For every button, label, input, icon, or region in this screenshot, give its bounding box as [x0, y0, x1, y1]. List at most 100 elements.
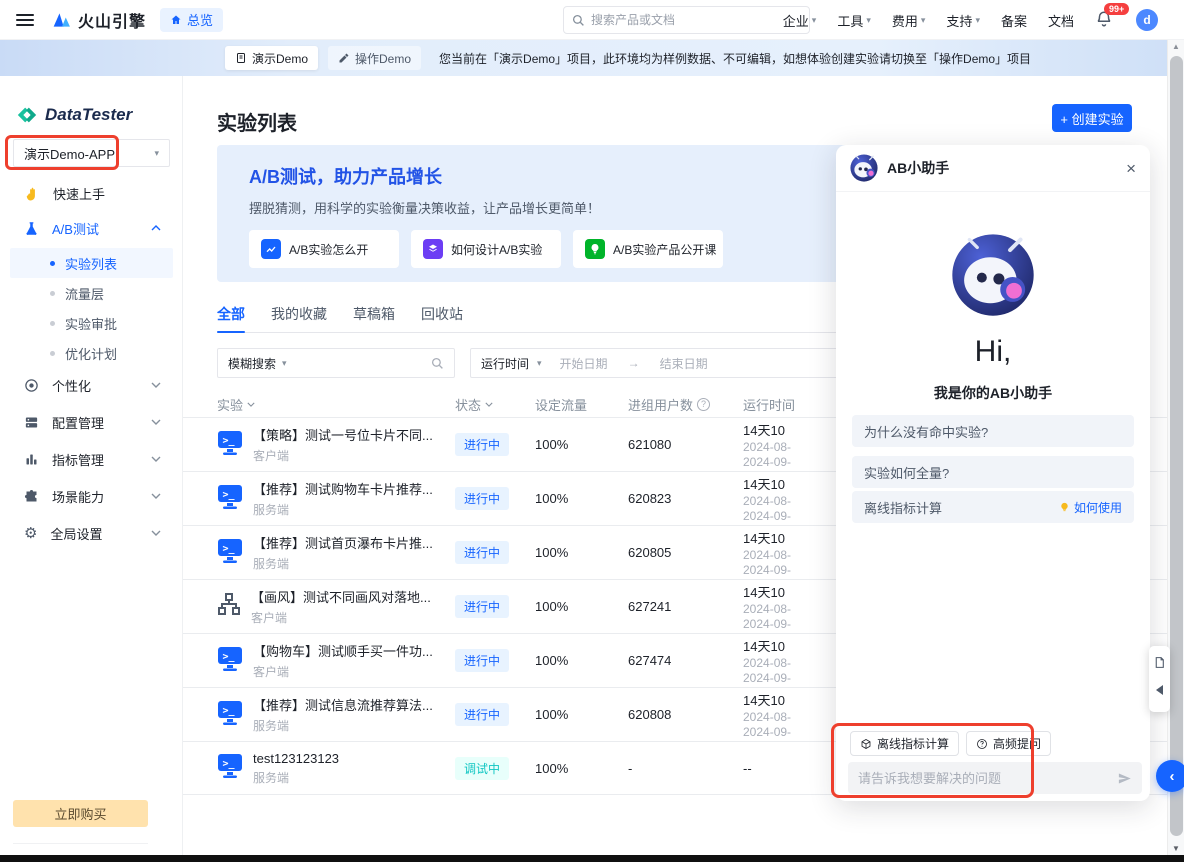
volcano-engine-logo[interactable]: 火山引擎 — [52, 8, 146, 32]
overview-nav-chip[interactable]: 总览 — [160, 8, 223, 32]
tab-favorites[interactable]: 我的收藏 — [271, 303, 327, 333]
sidebar-item-label: 场景能力 — [52, 487, 104, 506]
vertical-scrollbar[interactable]: ▲ ▼ — [1167, 40, 1184, 855]
assistant-question-input[interactable] — [858, 771, 1109, 786]
send-icon[interactable] — [1117, 771, 1132, 786]
search-type-select[interactable]: 模糊搜索 — [228, 355, 276, 372]
datatester-logo[interactable]: DataTester — [16, 104, 132, 126]
end-date-input[interactable]: 结束日期 — [660, 355, 708, 372]
server-icon — [24, 415, 39, 430]
collapse-left-icon[interactable] — [1156, 685, 1163, 695]
assistant-collapse-button[interactable]: ‹ — [1156, 760, 1184, 792]
tab-recycle-bin[interactable]: 回收站 — [421, 303, 463, 333]
operate-project-button[interactable]: 操作Demo — [328, 46, 421, 70]
topnav-right-menus: 企业▾ 工具▾ 费用▾ 支持▾ 备案 文档 99+ d — [783, 0, 1158, 40]
assistant-input-box[interactable] — [848, 762, 1142, 794]
experiment-name[interactable]: 【策略】测试一号位卡片不同... — [253, 425, 433, 444]
global-search-input[interactable] — [591, 13, 801, 27]
experiment-name[interactable]: test123123123 — [253, 751, 339, 766]
global-search-box[interactable] — [563, 6, 810, 34]
topnav-menu-item[interactable]: 工具▾ — [837, 11, 871, 30]
assistant-quick-actions: 离线指标计算 高频提问 — [850, 731, 1051, 756]
document-icon — [235, 52, 247, 64]
traffic-value: 100% — [535, 545, 628, 560]
sidebar-item-global-settings[interactable]: ⚙ 全局设置 — [0, 518, 183, 548]
promo-link-how-to-design[interactable]: 如何设计A/B实验 — [411, 230, 561, 268]
scroll-up-arrow[interactable]: ▲ — [1168, 40, 1184, 54]
tab-drafts[interactable]: 草稿箱 — [353, 303, 395, 333]
experiment-name-cell[interactable]: >_test123123123服务端 — [217, 751, 455, 786]
sidebar-divider — [13, 843, 148, 844]
assistant-greeting: Hi, — [836, 335, 1150, 369]
sidebar-item-config-management[interactable]: 配置管理 — [0, 407, 183, 437]
how-to-use-link[interactable]: 如何使用 — [1059, 499, 1122, 516]
fuzzy-search-box[interactable]: 模糊搜索 ▾ — [217, 348, 455, 378]
experiment-name[interactable]: 【画风】测试不同画风对落地... — [251, 587, 431, 606]
sidebar-item-experiment-list[interactable]: 实验列表 — [10, 248, 173, 278]
question-circle-icon[interactable]: ? — [697, 398, 710, 411]
close-icon[interactable]: × — [1126, 160, 1136, 177]
chevron-down-icon: ▾ — [812, 15, 817, 26]
search-icon — [431, 357, 444, 370]
chevron-down-icon: ▾ — [154, 148, 159, 159]
run-time-range-picker[interactable]: 运行时间 ▾ 开始日期 → 结束日期 — [470, 348, 842, 378]
sidebar-item-scene-capability[interactable]: 场景能力 — [0, 481, 183, 511]
experiment-name-cell[interactable]: >_【推荐】测试信息流推荐算法...服务端 — [217, 695, 455, 734]
create-experiment-label: 创建实验 — [1072, 112, 1124, 127]
buy-now-button[interactable]: 立即购买 — [13, 800, 148, 827]
experiment-name-cell[interactable]: >_【购物车】测试顺手买一件功...客户端 — [217, 641, 455, 680]
column-header-status[interactable]: 状态 — [455, 395, 535, 414]
sidebar-item-personalization[interactable]: 个性化 — [0, 370, 183, 400]
sidebar-item-optimization-plan[interactable]: 优化计划 — [0, 338, 183, 368]
start-date-input[interactable]: 开始日期 — [560, 355, 608, 372]
suggestion-label: 实验如何全量? — [864, 463, 1122, 482]
demo-project-button[interactable]: 演示Demo — [225, 46, 318, 70]
topnav-menu-item[interactable]: 企业▾ — [783, 11, 817, 30]
sidebar-item-experiment-approval[interactable]: 实验审批 — [0, 308, 183, 338]
sidebar-item-metric-management[interactable]: 指标管理 — [0, 444, 183, 474]
experiment-name[interactable]: 【购物车】测试顺手买一件功... — [253, 641, 433, 660]
experiment-name-cell[interactable]: 【画风】测试不同画风对落地...客户端 — [217, 587, 455, 626]
topnav-menu-item[interactable]: 备案 — [1001, 11, 1027, 30]
experiment-name[interactable]: 【推荐】测试购物车卡片推荐... — [253, 479, 433, 498]
topnav-menu-item[interactable]: 文档 — [1048, 11, 1074, 30]
topnav-menu-item[interactable]: 费用▾ — [892, 11, 926, 30]
experiment-name-cell[interactable]: >_【策略】测试一号位卡片不同...客户端 — [217, 425, 455, 464]
project-selector[interactable]: 演示Demo-APP ▾ — [13, 139, 170, 167]
terminal-experiment-icon: >_ — [217, 483, 243, 510]
scroll-down-arrow[interactable]: ▼ — [1168, 844, 1184, 853]
flask-icon — [24, 221, 39, 236]
experiment-name-cell[interactable]: >_【推荐】测试首页瀑布卡片推...服务端 — [217, 533, 455, 572]
column-header-experiment[interactable]: 实验 — [217, 395, 455, 414]
notification-bell-icon[interactable]: 99+ — [1095, 10, 1115, 30]
promo-link-how-to-start[interactable]: A/B实验怎么开 — [249, 230, 399, 268]
faq-chip[interactable]: 高频提问 — [966, 731, 1051, 756]
hamburger-menu-icon[interactable] — [16, 14, 34, 26]
tab-all[interactable]: 全部 — [217, 303, 245, 333]
offline-metric-chip[interactable]: 离线指标计算 — [850, 731, 959, 756]
create-experiment-button[interactable]: + 创建实验 — [1052, 104, 1132, 132]
suggestion-offline-metric[interactable]: 离线指标计算 如何使用 — [852, 491, 1134, 523]
experiment-search-input[interactable] — [293, 356, 425, 370]
sidebar-item-traffic-layer[interactable]: 流量层 — [0, 278, 183, 308]
floating-side-widget[interactable] — [1149, 646, 1170, 712]
time-field-select[interactable]: 运行时间 — [481, 355, 529, 372]
lightbulb-icon — [1059, 502, 1070, 513]
sidebar-item-quick-start[interactable]: 快速上手 — [0, 178, 183, 208]
sidebar-item-label: 全局设置 — [50, 524, 102, 543]
users-count-value: 620805 — [628, 545, 743, 560]
promo-link-open-course[interactable]: A/B实验产品公开课 — [573, 230, 723, 268]
suggestion-full-rollout[interactable]: 实验如何全量? — [852, 456, 1134, 488]
users-count-value: 620808 — [628, 707, 743, 722]
scrollbar-thumb[interactable] — [1170, 56, 1183, 836]
document-export-icon[interactable] — [1153, 656, 1166, 669]
suggestion-why-no-hit[interactable]: 为什么没有命中实验? — [852, 415, 1134, 447]
experiment-name-cell[interactable]: >_【推荐】测试购物车卡片推荐...服务端 — [217, 479, 455, 518]
user-avatar[interactable]: d — [1136, 9, 1158, 31]
topnav-menu-item[interactable]: 支持▾ — [946, 11, 980, 30]
chevron-down-icon — [151, 456, 161, 462]
experiment-name[interactable]: 【推荐】测试首页瀑布卡片推... — [253, 533, 433, 552]
sidebar-item-ab-test[interactable]: A/B测试 — [0, 213, 183, 243]
experiment-name[interactable]: 【推荐】测试信息流推荐算法... — [253, 695, 433, 714]
bullet-dot — [50, 291, 55, 296]
